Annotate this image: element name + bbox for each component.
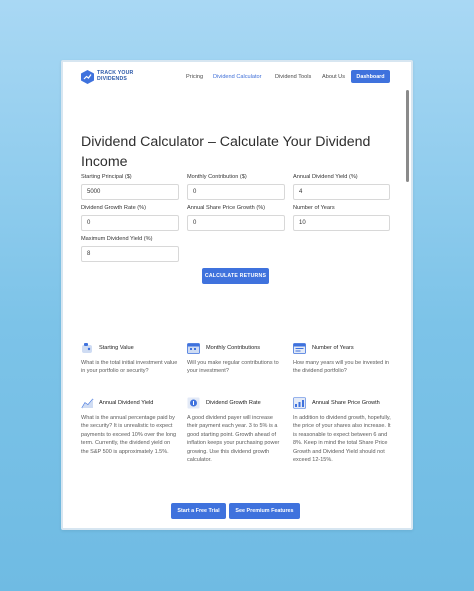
coin-icon [187,397,200,409]
nav-link-dividend-tools[interactable]: Dividend Tools [275,74,311,80]
feature-title-starting-value: Starting Value [99,345,134,351]
annual-dividend-yield-label: Annual Dividend Yield (%) [293,174,358,180]
dividend-growth-rate-input[interactable]: 0 [81,215,179,231]
annual-dividend-yield-input[interactable]: 4 [293,184,390,200]
calendar-year-icon [293,343,306,354]
maximum-dividend-yield-label: Maximum Dividend Yield (%) [81,236,153,242]
annual-share-price-growth-label: Annual Share Price Growth (%) [187,205,266,211]
starting-principal-label: Starting Principal ($) [81,174,132,180]
page-title: Dividend Calculator – Calculate Your Div… [81,134,371,170]
feature-desc-annual-dividend-yield: What is the annual percentage paid by th… [81,415,177,455]
brand-line-2: DIVIDENDS [97,76,128,82]
feature-desc-annual-share-price-growth: In addition to dividend growth, hopefull… [293,415,391,464]
feature-title-number-of-years: Number of Years [312,345,354,351]
chart-icon [81,398,94,409]
feature-desc-starting-value: What is the total initial investment val… [81,360,178,375]
feature-title-annual-share-price-growth: Annual Share Price Growth [312,400,380,406]
see-premium-features-button[interactable]: See Premium Features [229,503,300,519]
growth-chart-icon [293,397,306,409]
top-navigation: TRACK YOUR DIVIDENDS Pricing Dividend Ca… [63,62,411,96]
feature-desc-monthly-contributions: Will you make regular contributions to y… [187,360,279,375]
feature-desc-dividend-growth-rate: A good dividend payer will increase thei… [187,415,280,464]
annual-share-price-growth-input[interactable]: 0 [187,215,285,231]
dashboard-button[interactable]: Dashboard [351,70,390,83]
piggy-bank-icon [82,343,92,353]
logo-icon [81,70,94,84]
number-of-years-input[interactable]: 10 [293,215,390,231]
calculate-returns-button[interactable]: CALCULATE RETURNS [202,268,269,284]
nav-link-about-us[interactable]: About Us [322,74,345,80]
monthly-contribution-label: Monthly Contribution ($) [187,174,247,180]
starting-principal-input[interactable]: 5000 [81,184,179,200]
start-free-trial-button[interactable]: Start a Free Trial [171,503,226,519]
feature-title-annual-dividend-yield: Annual Dividend Yield [99,400,154,406]
feature-title-dividend-growth-rate: Dividend Growth Rate [206,400,261,406]
feature-title-monthly-contributions: Monthly Contributions [206,345,261,351]
nav-link-dividend-calculator[interactable]: Dividend Calculator [213,74,262,80]
nav-link-pricing[interactable]: Pricing [186,74,203,80]
scrollbar-thumb[interactable] [406,90,409,182]
browser-window: TRACK YOUR DIVIDENDS Pricing Dividend Ca… [61,60,413,530]
monthly-contribution-input[interactable]: 0 [187,184,285,200]
brand-logo[interactable]: TRACK YOUR DIVIDENDS [81,70,134,84]
feature-desc-number-of-years: How many years will you be invested in t… [293,360,389,375]
maximum-dividend-yield-input[interactable]: 8 [81,246,179,262]
calendar-icon [187,343,200,354]
number-of-years-label: Number of Years [293,205,335,211]
dividend-growth-rate-label: Dividend Growth Rate (%) [81,205,146,211]
brand-name: TRACK YOUR DIVIDENDS [97,71,134,82]
